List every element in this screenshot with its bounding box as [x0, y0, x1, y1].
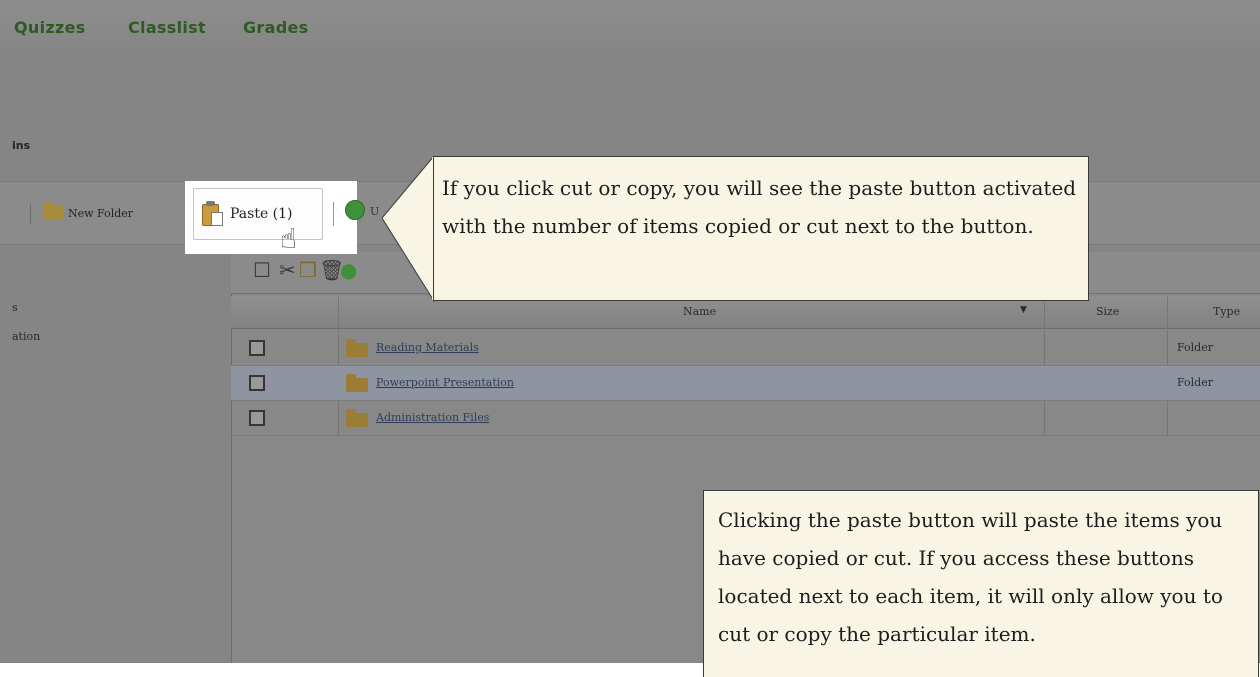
row-name-link[interactable]: Administration Files	[376, 411, 489, 424]
callout-paste-activation: If you click cut or copy, you will see t…	[433, 156, 1089, 301]
move-icon[interactable]: ●	[340, 260, 357, 280]
new-folder-label: New Folder	[68, 206, 134, 220]
nav-grades[interactable]: Grades	[243, 18, 308, 37]
row-name-link[interactable]: Powerpoint Presentation	[376, 376, 514, 389]
column-header-size[interactable]: Size	[1096, 305, 1119, 318]
callout-text: Clicking the paste button will paste the…	[718, 508, 1223, 646]
nav-classlist[interactable]: Classlist	[128, 18, 206, 37]
hand-cursor-icon: ☝	[280, 222, 298, 255]
folder-icon	[346, 374, 368, 392]
cut-icon[interactable]: ✂	[279, 260, 296, 280]
nav-quizzes[interactable]: Quizzes	[14, 18, 86, 37]
folder-icon	[346, 339, 368, 357]
row-type: Folder	[1177, 376, 1213, 389]
callout-text: If you click cut or copy, you will see t…	[442, 176, 1077, 238]
toolbar-divider	[30, 204, 31, 224]
row-checkbox[interactable]	[249, 340, 265, 356]
toolbar-divider	[333, 202, 334, 226]
row-type: Folder	[1177, 341, 1213, 354]
copy-icon[interactable]: ❐	[299, 260, 317, 280]
page-title: ins	[12, 139, 31, 152]
paste-button[interactable]: Paste (1)	[193, 188, 323, 240]
upload-label[interactable]: U	[370, 205, 379, 218]
new-folder-button[interactable]: New Folder	[44, 202, 133, 224]
paste-label: Paste (1)	[230, 206, 293, 222]
row-checkbox[interactable]	[249, 375, 265, 391]
clipboard-icon	[202, 201, 224, 227]
select-all-checkbox-icon[interactable]: ☐	[253, 260, 271, 280]
column-header-type[interactable]: Type	[1213, 305, 1240, 318]
row-checkbox[interactable]	[249, 410, 265, 426]
new-folder-icon	[44, 202, 64, 220]
column-header-name[interactable]: Name	[683, 305, 716, 318]
sort-arrow-icon[interactable]: ▼	[1020, 305, 1027, 315]
folder-icon	[346, 409, 368, 427]
upload-icon[interactable]	[345, 200, 365, 220]
row-name-link[interactable]: Reading Materials	[376, 341, 479, 354]
callout-paste-behavior: Clicking the paste button will paste the…	[703, 490, 1259, 677]
sidebar-item[interactable]: s	[12, 301, 18, 314]
sidebar-item[interactable]: ation	[12, 330, 40, 343]
